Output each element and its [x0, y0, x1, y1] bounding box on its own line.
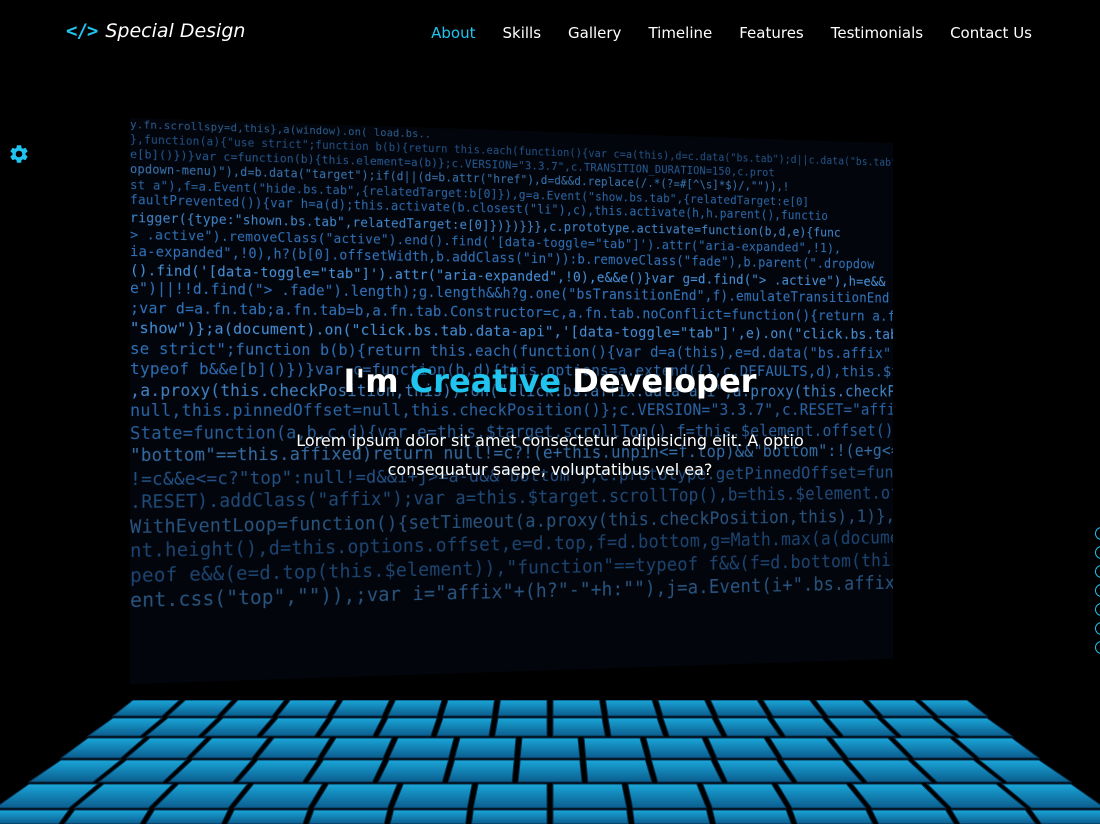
- keyboard-key-decoration: [226, 809, 309, 824]
- keyboard-key-decoration: [256, 737, 331, 759]
- keyboard-key-decoration: [650, 759, 723, 783]
- keyboard-key-decoration: [604, 700, 658, 717]
- gear-icon: [10, 145, 28, 163]
- keyboard-key-decoration: [950, 809, 1037, 824]
- section-bullet[interactable]: [1095, 622, 1100, 635]
- nav-item-skills[interactable]: Skills: [502, 24, 541, 42]
- keyboard-key-decoration: [111, 700, 181, 717]
- keyboard-key-decoration: [607, 717, 664, 737]
- keyboard-key-decoration: [388, 737, 455, 759]
- hero-title-accent: Creative: [409, 362, 562, 400]
- code-brackets-icon: </>: [66, 20, 98, 42]
- keyboard-key-decoration: [237, 759, 319, 783]
- nav-item-about[interactable]: About: [431, 24, 475, 42]
- keyboard-key-decoration: [701, 783, 788, 809]
- keyboard-key-decoration: [1030, 809, 1100, 824]
- keyboard-key-decoration: [552, 700, 603, 717]
- keyboard-key-decoration: [497, 700, 548, 717]
- brand-logo[interactable]: </> Special Design: [66, 20, 245, 42]
- keyboard-key-decoration: [919, 700, 989, 717]
- keyboard-key-decoration: [552, 783, 628, 809]
- keyboard-key-decoration: [145, 809, 229, 824]
- keyboard-key-decoration: [716, 759, 793, 783]
- landing-page: y.fn.scrollspy=d,this},a(window).on( loa…: [0, 0, 1100, 824]
- keyboard-key-decoration: [552, 809, 629, 824]
- keyboard-key-decoration: [517, 759, 583, 783]
- keyboard-key-decoration: [519, 737, 581, 759]
- keyboard-key-decoration: [791, 809, 874, 824]
- keyboard-key-decoration: [221, 700, 286, 717]
- keyboard-key-decoration: [377, 759, 450, 783]
- keyboard-key-decoration: [645, 737, 712, 759]
- keyboard-key-decoration: [585, 759, 653, 783]
- keyboard-key-decoration: [442, 700, 496, 717]
- keyboard-key-decoration: [387, 700, 443, 717]
- keyboard-key-decoration: [552, 717, 606, 737]
- keyboard-key-decoration: [776, 783, 867, 809]
- keyboard-key-decoration: [709, 700, 768, 717]
- nav-item-testimonials[interactable]: Testimonials: [831, 24, 923, 42]
- keyboard-key-decoration: [322, 737, 393, 759]
- keyboard-key-decoration: [472, 783, 548, 809]
- keyboard-key-decoration: [662, 717, 723, 737]
- section-bullet[interactable]: [1095, 527, 1100, 540]
- keyboard-key-decoration: [332, 700, 391, 717]
- site-header: </> Special Design About Skills Gallery …: [0, 0, 1100, 68]
- keyboard-key-decoration: [583, 737, 647, 759]
- section-bullet[interactable]: [1095, 603, 1100, 616]
- keyboard-key-decoration: [447, 759, 515, 783]
- hero-title-prefix: I'm: [343, 362, 410, 400]
- keyboard-key-decoration: [657, 700, 713, 717]
- keyboard-key-decoration: [261, 717, 328, 737]
- keyboard-key-decoration: [871, 809, 955, 824]
- section-nav-bullets: [1095, 527, 1100, 654]
- keyboard-key-decoration: [63, 809, 150, 824]
- nav-item-features[interactable]: Features: [739, 24, 804, 42]
- brand-name: Special Design: [105, 20, 246, 42]
- hero-description: Lorem ipsum dolor sit amet consectetur a…: [296, 431, 804, 479]
- keyboard-key-decoration: [436, 717, 493, 737]
- hero-title: I'm Creative Developer: [0, 362, 1100, 400]
- keyboard-key-decoration: [308, 809, 389, 824]
- hero-content: I'm Creative Developer Lorem ipsum dolor…: [0, 362, 1100, 484]
- keyboard-key-decoration: [762, 700, 824, 717]
- nav-item-contact-us[interactable]: Contact Us: [950, 24, 1032, 42]
- keyboard-key-decoration: [307, 759, 384, 783]
- keyboard-key-decoration: [389, 809, 468, 824]
- keyboard-key-decoration: [276, 700, 338, 717]
- keyboard-image: [0, 700, 1100, 824]
- section-bullet[interactable]: [1095, 641, 1100, 654]
- keyboard-key-decoration: [632, 809, 711, 824]
- keyboard-key-decoration: [494, 717, 548, 737]
- keyboard-key-decoration: [781, 759, 863, 783]
- keyboard-key-decoration: [769, 737, 844, 759]
- keyboard-key-decoration: [0, 809, 70, 824]
- keyboard-key-decoration: [377, 717, 438, 737]
- keyboard-key-decoration: [711, 809, 792, 824]
- keyboard-key-decoration: [233, 783, 324, 809]
- settings-toggle-button[interactable]: [8, 143, 30, 165]
- nav-item-timeline[interactable]: Timeline: [648, 24, 712, 42]
- nav-item-gallery[interactable]: Gallery: [568, 24, 621, 42]
- hero-title-suffix: Developer: [561, 362, 757, 400]
- section-bullet[interactable]: [1095, 584, 1100, 597]
- keyboard-key-decoration: [392, 783, 473, 809]
- section-bullet[interactable]: [1095, 546, 1100, 559]
- keyboard-key-decoration: [717, 717, 781, 737]
- keyboard-key-decoration: [312, 783, 399, 809]
- keyboard-key-decoration: [707, 737, 778, 759]
- keyboard-key-decoration: [453, 737, 517, 759]
- keyboard-key-decoration: [319, 717, 383, 737]
- keyboard-key-decoration: [814, 700, 879, 717]
- keyboard-key-decoration: [772, 717, 839, 737]
- keyboard-key-decoration: [471, 809, 548, 824]
- main-nav: About Skills Gallery Timeline Features T…: [431, 24, 1032, 42]
- section-bullet[interactable]: [1095, 565, 1100, 578]
- keyboard-key-decoration: [627, 783, 708, 809]
